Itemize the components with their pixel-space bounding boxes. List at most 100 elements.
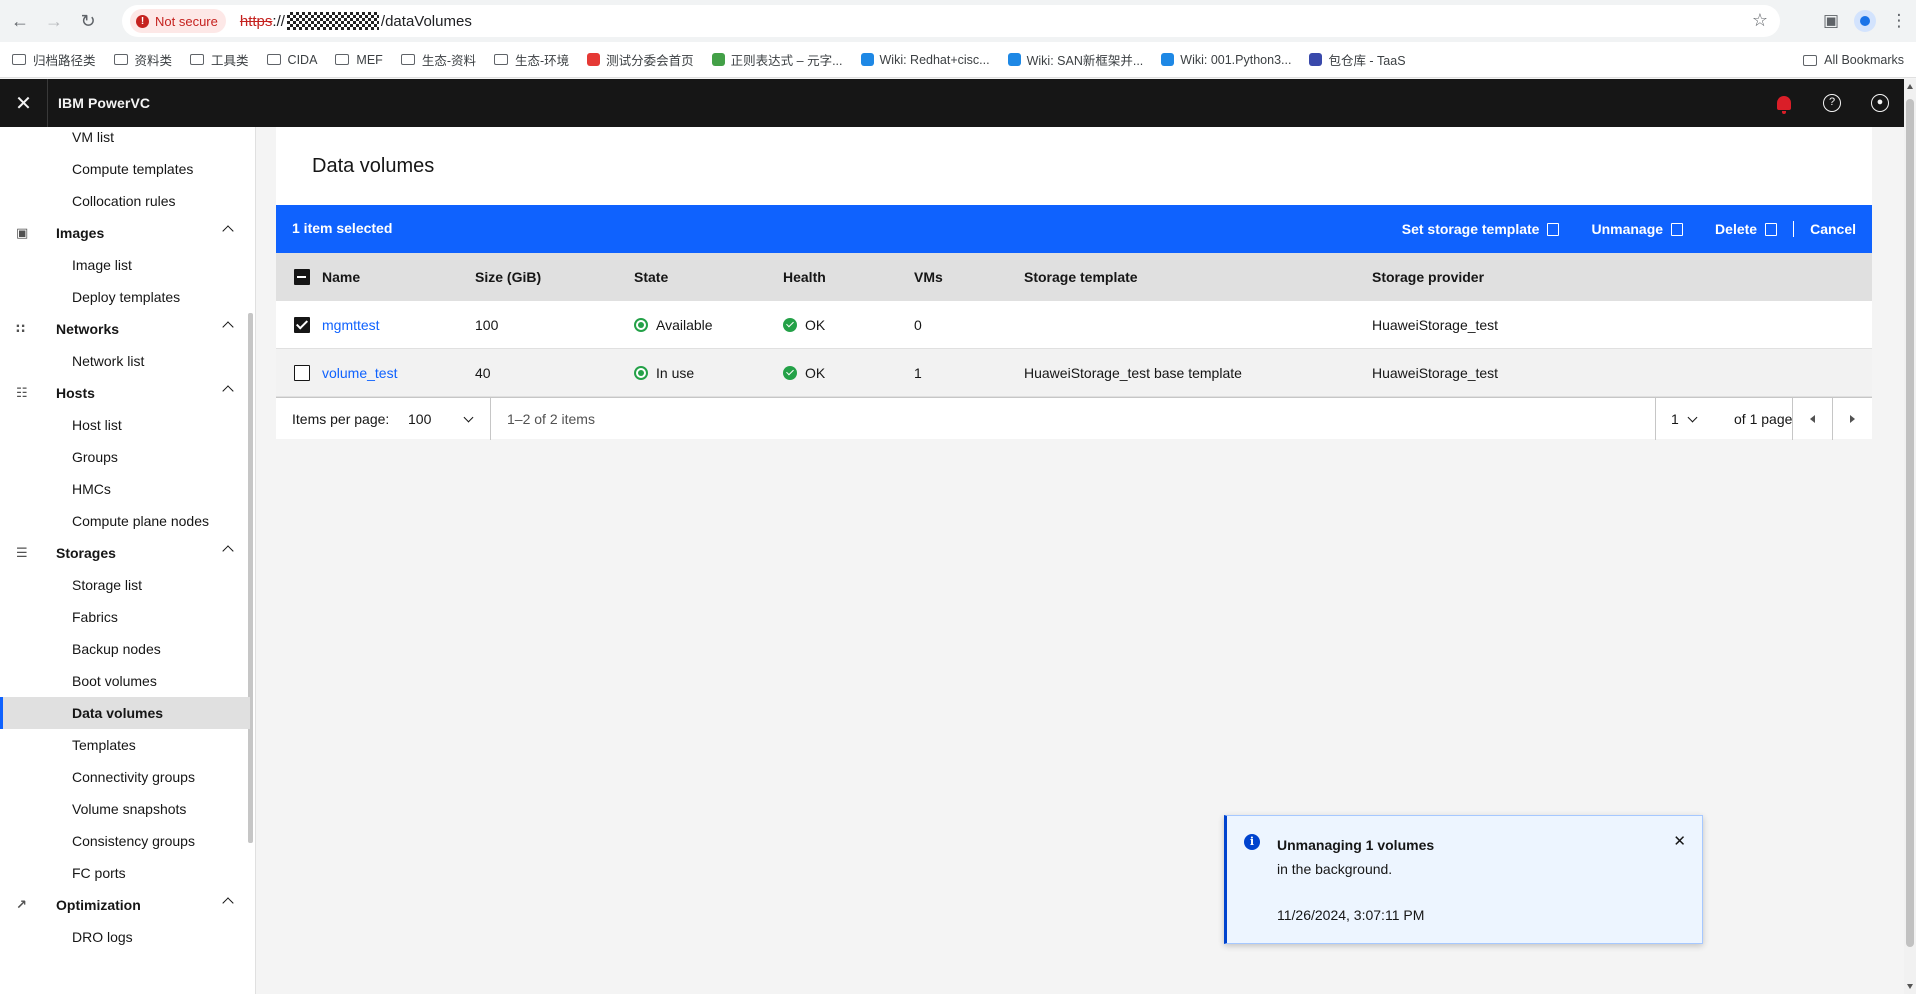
brand-name: IBM PowerVC <box>58 95 151 111</box>
sidebar-item-connectivity-groups[interactable]: Connectivity groups <box>0 761 250 793</box>
bookmark-item[interactable]: Wiki: SAN新框架并... <box>1007 50 1143 69</box>
reload-icon[interactable]: ↻ <box>74 7 102 35</box>
volume-name-link[interactable]: mgmttest <box>322 317 380 333</box>
bookmark-item[interactable]: 生态-资料 <box>400 50 476 69</box>
sidebar-item-storage-list[interactable]: Storage list <box>0 569 250 601</box>
row-checkbox[interactable] <box>294 365 310 381</box>
notification-bell-icon[interactable] <box>1760 79 1808 127</box>
header-health[interactable]: Health <box>783 253 826 301</box>
cell-template: HuaweiStorage_test base template <box>1024 349 1242 397</box>
sidebar-item-host-list[interactable]: Host list <box>0 409 250 441</box>
forward-icon[interactable]: → <box>40 7 68 35</box>
header-storage-template[interactable]: Storage template <box>1024 253 1138 301</box>
header-state[interactable]: State <box>634 253 668 301</box>
bookmark-item[interactable]: Wiki: 001.Python3... <box>1161 53 1291 67</box>
sidebar-item-compute-templates[interactable]: Compute templates <box>0 153 250 185</box>
page-select[interactable]: 1 <box>1671 411 1698 427</box>
cell-name[interactable]: volume_test <box>322 349 397 397</box>
close-menu-icon[interactable]: ✕ <box>0 79 48 127</box>
bookmark-item[interactable]: 资料类 <box>113 50 173 69</box>
select-all-checkbox[interactable] <box>294 269 310 285</box>
extensions-icon[interactable]: ▣ <box>1814 11 1848 31</box>
bookmark-item[interactable]: 测试分委会首页 <box>587 50 694 69</box>
chevron-up-icon[interactable] <box>222 225 234 237</box>
sidebar-item-templates[interactable]: Templates <box>0 729 250 761</box>
app-header: ✕ IBM PowerVC ? ● <box>0 79 1904 127</box>
sidebar-item-hmcs[interactable]: HMCs <box>0 473 250 505</box>
sidebar-item-dro-logs[interactable]: DRO logs <box>0 921 250 953</box>
sidebar-item-collocation-rules[interactable]: Collocation rules <box>0 185 250 217</box>
unmanage-label: Unmanage <box>1591 221 1664 237</box>
sidebar-item-groups[interactable]: Groups <box>0 441 250 473</box>
page-scrollbar-thumb[interactable] <box>1906 99 1914 947</box>
unmanage-icon <box>1671 222 1684 236</box>
header-vms[interactable]: VMs <box>914 253 943 301</box>
chevron-up-icon[interactable] <box>222 385 234 397</box>
bookmark-item[interactable]: 正则表达式 – 元字... <box>711 50 843 69</box>
batch-actions-bar: 1 item selected Set storage template Unm… <box>276 205 1872 253</box>
bookmark-item[interactable]: 生态-环境 <box>493 50 569 69</box>
help-icon[interactable]: ? <box>1808 79 1856 127</box>
sidebar-category-storages[interactable]: ☰ Storages <box>0 537 250 569</box>
volume-name-link[interactable]: volume_test <box>322 365 397 381</box>
sidebar-item-data-volumes[interactable]: Data volumes <box>0 697 250 729</box>
browser-menu-icon[interactable]: ⋮ <box>1882 11 1916 31</box>
chevron-up-icon[interactable] <box>222 897 234 909</box>
table-row[interactable]: volume_test 40 In use OK 1 HuaweiStorage_test… <box>276 349 1872 397</box>
header-size[interactable]: Size (GiB) <box>475 253 541 301</box>
scroll-up-icon[interactable] <box>1907 84 1913 89</box>
sidebar-item-consistency-groups[interactable]: Consistency groups <box>0 825 250 857</box>
sidebar-item-label: Backup nodes <box>72 641 161 657</box>
back-icon[interactable]: ← <box>6 7 34 35</box>
bookmark-item[interactable]: 包仓库 - TaaS <box>1309 50 1406 69</box>
sidebar-category-images[interactable]: ▣ Images <box>0 217 250 249</box>
sidebar-item-compute-plane-nodes[interactable]: Compute plane nodes <box>0 505 250 537</box>
close-icon[interactable]: ✕ <box>1673 832 1686 850</box>
cell-text: Available <box>656 317 713 333</box>
cell-name[interactable]: mgmttest <box>322 301 380 349</box>
cancel-button[interactable]: Cancel <box>1794 205 1872 253</box>
chevron-up-icon[interactable] <box>222 321 234 333</box>
user-icon[interactable]: ● <box>1856 79 1904 127</box>
bookmark-label: 资料类 <box>134 54 173 68</box>
favicon-icon <box>860 53 874 66</box>
header-name[interactable]: Name <box>322 253 360 301</box>
sidebar-item-volume-snapshots[interactable]: Volume snapshots <box>0 793 250 825</box>
bookmark-star-icon[interactable]: ☆ <box>1752 10 1768 31</box>
chevron-up-icon[interactable] <box>222 545 234 557</box>
bookmark-item[interactable]: 工具类 <box>190 50 249 69</box>
sidebar-item-network-list[interactable]: Network list <box>0 345 250 377</box>
url-text[interactable]: https :// /dataVolumes <box>240 12 472 30</box>
header-storage-provider[interactable]: Storage provider <box>1372 253 1484 301</box>
sidebar-category-networks[interactable]: ∷ Networks <box>0 313 250 345</box>
next-page-button[interactable] <box>1832 398 1872 440</box>
previous-page-button[interactable] <box>1792 398 1832 440</box>
all-bookmarks-button[interactable]: All Bookmarks <box>1803 42 1904 78</box>
scroll-down-icon[interactable] <box>1907 984 1913 989</box>
sidebar-category-hosts[interactable]: ☷ Hosts <box>0 377 250 409</box>
cell-health: OK <box>783 349 825 397</box>
page-scrollbar[interactable] <box>1904 79 1916 994</box>
sidebar-item-backup-nodes[interactable]: Backup nodes <box>0 633 250 665</box>
sidebar-item-deploy-templates[interactable]: Deploy templates <box>0 281 250 313</box>
row-checkbox[interactable] <box>294 317 310 333</box>
address-bar[interactable]: ! Not secure https :// /dataVolumes ☆ <box>122 5 1780 37</box>
bookmark-item[interactable]: CIDA <box>266 53 317 67</box>
set-storage-template-button[interactable]: Set storage template <box>1386 205 1576 253</box>
table-row[interactable]: mgmttest 100 Available OK 0 HuaweiStorage_tes… <box>276 301 1872 349</box>
items-per-page-select[interactable]: 100 <box>408 411 474 427</box>
bookmark-label: 工具类 <box>211 54 249 68</box>
sidebar-item-boot-volumes[interactable]: Boot volumes <box>0 665 250 697</box>
bookmark-item[interactable]: MEF <box>335 53 383 67</box>
profile-avatar[interactable] <box>1848 10 1882 32</box>
bookmark-item[interactable]: 归档路径类 <box>12 50 96 69</box>
bookmark-item[interactable]: Wiki: Redhat+cisc... <box>860 53 990 67</box>
delete-button[interactable]: Delete <box>1699 205 1793 253</box>
sidebar-item-fc-ports[interactable]: FC ports <box>0 857 250 889</box>
sidebar-item-fabrics[interactable]: Fabrics <box>0 601 250 633</box>
sidebar-category-optimization[interactable]: ↗ Optimization <box>0 889 250 921</box>
sidebar-item-vm-list[interactable]: VM list <box>0 127 250 153</box>
unmanage-button[interactable]: Unmanage <box>1575 205 1699 253</box>
security-indicator[interactable]: ! Not secure <box>130 9 226 33</box>
sidebar-item-image-list[interactable]: Image list <box>0 249 250 281</box>
